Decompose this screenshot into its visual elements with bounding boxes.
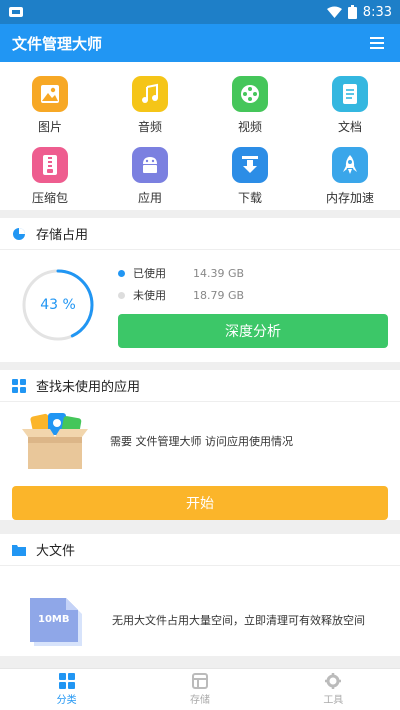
image-icon xyxy=(32,76,68,112)
category-apps[interactable]: 应用 xyxy=(100,147,200,206)
category-label: 下载 xyxy=(237,191,262,205)
free-value: 18.79 GB xyxy=(193,288,245,302)
category-video[interactable]: 视频 xyxy=(200,76,300,135)
rocket-icon xyxy=(332,147,368,183)
free-dot xyxy=(118,291,125,299)
unused-apps-title: 查找未使用的应用 xyxy=(36,380,141,395)
app-bar: 文件管理大师 xyxy=(0,24,400,62)
deep-analysis-button[interactable]: 深度分析 xyxy=(118,314,388,348)
gear-icon xyxy=(325,673,342,689)
apps-grid-icon xyxy=(12,378,26,393)
large-files-header: 大文件 xyxy=(0,534,400,566)
category-download[interactable]: 下载 xyxy=(200,147,300,206)
category-label: 视频 xyxy=(237,120,262,134)
nav-label: 工具 xyxy=(323,695,344,706)
category-grid: 图片 音频 视频 文档 压缩包 应用 下载 内存加速 xyxy=(0,62,400,210)
document-icon xyxy=(332,76,368,112)
category-label: 压缩包 xyxy=(31,191,68,205)
android-icon xyxy=(132,147,168,183)
category-label: 内存加速 xyxy=(325,191,374,205)
storage-icon xyxy=(191,673,208,689)
free-row: 未使用 18.79 GB xyxy=(118,284,388,306)
storage-percent: 43 % xyxy=(40,297,76,313)
grid-icon xyxy=(58,673,75,689)
status-bar: 8:33 xyxy=(0,0,400,24)
storage-header: 存储占用 xyxy=(0,218,400,250)
large-file-illustration: 10MB xyxy=(30,594,86,646)
menu-icon[interactable] xyxy=(366,32,388,54)
zip-icon xyxy=(32,147,68,183)
bottom-nav: 分类 存储 工具 xyxy=(0,668,400,710)
large-files-card: 大文件 10MB 无用大文件占用大量空间，立即清理可有效释放空间 xyxy=(0,534,400,656)
battery-icon xyxy=(347,5,357,19)
unused-apps-card: 查找未使用的应用 需要 文件管理大师 访问应用使用情况 开始 xyxy=(0,370,400,520)
used-value: 14.39 GB xyxy=(193,266,245,280)
large-files-title: 大文件 xyxy=(36,544,76,559)
file-size-badge: 10MB xyxy=(38,614,70,625)
notification-area xyxy=(8,5,24,19)
start-button[interactable]: 开始 xyxy=(12,486,388,520)
category-image[interactable]: 图片 xyxy=(0,76,100,135)
download-icon xyxy=(232,147,268,183)
storage-card: 存储占用 43 % 已使用 14.39 GB 未使用 18.79 GB 深度分析 xyxy=(0,218,400,362)
category-memory-boost[interactable]: 内存加速 xyxy=(300,147,400,206)
film-icon xyxy=(232,76,268,112)
wifi-icon xyxy=(326,6,342,18)
folder-icon xyxy=(12,544,26,556)
music-icon xyxy=(132,76,168,112)
category-label: 音频 xyxy=(137,120,162,134)
notification-icon xyxy=(9,7,23,17)
unused-apps-header: 查找未使用的应用 xyxy=(0,370,400,402)
used-row: 已使用 14.39 GB xyxy=(118,262,388,284)
used-label: 已使用 xyxy=(133,267,166,280)
category-label: 图片 xyxy=(37,120,62,134)
category-label: 应用 xyxy=(137,191,162,205)
app-title: 文件管理大师 xyxy=(12,34,103,53)
category-document[interactable]: 文档 xyxy=(300,76,400,135)
nav-tools[interactable]: 工具 xyxy=(267,669,400,710)
nav-label: 分类 xyxy=(56,695,77,706)
storage-title: 存储占用 xyxy=(36,228,89,243)
clock: 8:33 xyxy=(362,4,392,20)
category-audio[interactable]: 音频 xyxy=(100,76,200,135)
pie-chart-icon xyxy=(13,227,25,240)
storage-usage-ring: 43 % xyxy=(20,267,96,343)
nav-label: 存储 xyxy=(189,695,210,706)
nav-storage[interactable]: 存储 xyxy=(133,669,266,710)
app-box-illustration xyxy=(22,413,88,469)
nav-categories[interactable]: 分类 xyxy=(0,669,133,710)
unused-apps-message: 需要 文件管理大师 访问应用使用情况 xyxy=(110,435,293,448)
large-files-message: 无用大文件占用大量空间，立即清理可有效释放空间 xyxy=(112,614,365,627)
used-dot xyxy=(118,269,125,277)
free-label: 未使用 xyxy=(133,289,166,302)
category-label: 文档 xyxy=(337,120,362,134)
category-zip[interactable]: 压缩包 xyxy=(0,147,100,206)
